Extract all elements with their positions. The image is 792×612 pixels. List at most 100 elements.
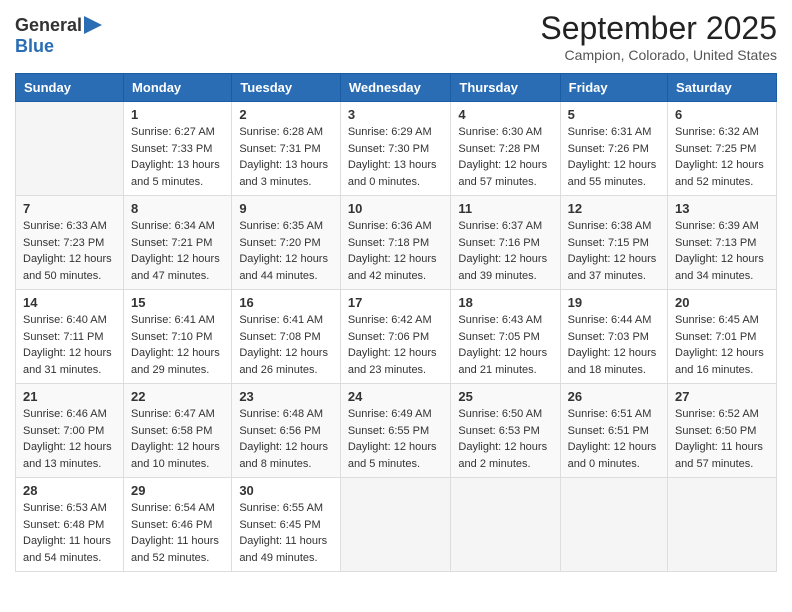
day-number: 26 (568, 389, 660, 404)
cell-text: and 26 minutes. (239, 362, 333, 379)
day-number: 17 (348, 295, 444, 310)
cell-text: and 10 minutes. (131, 456, 224, 473)
cell-text: Daylight: 12 hours (131, 439, 224, 456)
cell-text: Sunset: 7:23 PM (23, 235, 116, 252)
cell-text: Sunrise: 6:51 AM (568, 406, 660, 423)
cell-text: Sunset: 7:25 PM (675, 141, 769, 158)
cell-text: Sunrise: 6:52 AM (675, 406, 769, 423)
day-number: 2 (239, 107, 333, 122)
calendar-week-row: 28Sunrise: 6:53 AMSunset: 6:48 PMDayligh… (16, 478, 777, 572)
cell-text: Sunset: 7:31 PM (239, 141, 333, 158)
day-number: 9 (239, 201, 333, 216)
day-number: 28 (23, 483, 116, 498)
calendar-table: SundayMondayTuesdayWednesdayThursdayFrid… (15, 73, 777, 572)
day-number: 30 (239, 483, 333, 498)
cell-text: Sunset: 7:26 PM (568, 141, 660, 158)
calendar-cell: 15Sunrise: 6:41 AMSunset: 7:10 PMDayligh… (124, 290, 232, 384)
calendar-cell: 27Sunrise: 6:52 AMSunset: 6:50 PMDayligh… (668, 384, 777, 478)
cell-text: Daylight: 12 hours (675, 157, 769, 174)
cell-text: Daylight: 12 hours (23, 345, 116, 362)
cell-text: and 29 minutes. (131, 362, 224, 379)
calendar-cell: 18Sunrise: 6:43 AMSunset: 7:05 PMDayligh… (451, 290, 560, 384)
cell-text: Sunrise: 6:32 AM (675, 124, 769, 141)
cell-text: Sunset: 6:56 PM (239, 423, 333, 440)
logo-blue-text: Blue (15, 36, 54, 57)
cell-text: Sunrise: 6:42 AM (348, 312, 444, 329)
cell-text: Sunset: 7:13 PM (675, 235, 769, 252)
month-title: September 2025 (540, 10, 777, 47)
cell-text: Sunrise: 6:41 AM (239, 312, 333, 329)
cell-text: Sunset: 6:51 PM (568, 423, 660, 440)
cell-text: Daylight: 12 hours (568, 251, 660, 268)
cell-text: Sunset: 6:50 PM (675, 423, 769, 440)
calendar-cell: 20Sunrise: 6:45 AMSunset: 7:01 PMDayligh… (668, 290, 777, 384)
cell-text: Sunset: 7:33 PM (131, 141, 224, 158)
cell-text: Sunrise: 6:46 AM (23, 406, 116, 423)
calendar-cell: 12Sunrise: 6:38 AMSunset: 7:15 PMDayligh… (560, 196, 667, 290)
cell-text: Sunset: 7:01 PM (675, 329, 769, 346)
cell-text: and 37 minutes. (568, 268, 660, 285)
day-number: 25 (458, 389, 552, 404)
cell-text: and 5 minutes. (348, 456, 444, 473)
cell-text: Sunset: 7:10 PM (131, 329, 224, 346)
cell-text: Daylight: 12 hours (131, 345, 224, 362)
cell-text: Sunset: 7:30 PM (348, 141, 444, 158)
cell-text: Sunset: 6:55 PM (348, 423, 444, 440)
cell-text: Daylight: 12 hours (239, 345, 333, 362)
cell-text: and 0 minutes. (348, 174, 444, 191)
calendar-cell: 2Sunrise: 6:28 AMSunset: 7:31 PMDaylight… (232, 102, 341, 196)
calendar-cell: 4Sunrise: 6:30 AMSunset: 7:28 PMDaylight… (451, 102, 560, 196)
cell-text: Sunrise: 6:55 AM (239, 500, 333, 517)
calendar-cell: 9Sunrise: 6:35 AMSunset: 7:20 PMDaylight… (232, 196, 341, 290)
day-number: 24 (348, 389, 444, 404)
cell-text: and 49 minutes. (239, 550, 333, 567)
day-header-wednesday: Wednesday (340, 74, 451, 102)
cell-text: Sunrise: 6:45 AM (675, 312, 769, 329)
cell-text: Daylight: 12 hours (458, 157, 552, 174)
cell-text: Sunrise: 6:40 AM (23, 312, 116, 329)
calendar-cell: 5Sunrise: 6:31 AMSunset: 7:26 PMDaylight… (560, 102, 667, 196)
cell-text: Sunrise: 6:43 AM (458, 312, 552, 329)
cell-text: Sunset: 7:03 PM (568, 329, 660, 346)
cell-text: and 44 minutes. (239, 268, 333, 285)
cell-text: Sunrise: 6:34 AM (131, 218, 224, 235)
cell-text: and 57 minutes. (675, 456, 769, 473)
day-number: 11 (458, 201, 552, 216)
cell-text: Sunrise: 6:47 AM (131, 406, 224, 423)
cell-text: Daylight: 12 hours (675, 251, 769, 268)
cell-text: Sunrise: 6:38 AM (568, 218, 660, 235)
cell-text: Daylight: 12 hours (348, 251, 444, 268)
day-number: 12 (568, 201, 660, 216)
cell-text: Daylight: 12 hours (348, 345, 444, 362)
cell-text: Sunset: 7:05 PM (458, 329, 552, 346)
day-header-tuesday: Tuesday (232, 74, 341, 102)
cell-text: Daylight: 12 hours (568, 439, 660, 456)
calendar-cell: 11Sunrise: 6:37 AMSunset: 7:16 PMDayligh… (451, 196, 560, 290)
calendar-cell: 19Sunrise: 6:44 AMSunset: 7:03 PMDayligh… (560, 290, 667, 384)
day-header-saturday: Saturday (668, 74, 777, 102)
calendar-week-row: 1Sunrise: 6:27 AMSunset: 7:33 PMDaylight… (16, 102, 777, 196)
cell-text: and 52 minutes. (131, 550, 224, 567)
day-number: 15 (131, 295, 224, 310)
cell-text: and 16 minutes. (675, 362, 769, 379)
cell-text: Daylight: 11 hours (131, 533, 224, 550)
cell-text: Sunset: 7:08 PM (239, 329, 333, 346)
cell-text: Daylight: 11 hours (239, 533, 333, 550)
calendar-cell: 1Sunrise: 6:27 AMSunset: 7:33 PMDaylight… (124, 102, 232, 196)
calendar-cell: 23Sunrise: 6:48 AMSunset: 6:56 PMDayligh… (232, 384, 341, 478)
day-header-monday: Monday (124, 74, 232, 102)
cell-text: and 55 minutes. (568, 174, 660, 191)
calendar-cell: 21Sunrise: 6:46 AMSunset: 7:00 PMDayligh… (16, 384, 124, 478)
calendar-cell: 10Sunrise: 6:36 AMSunset: 7:18 PMDayligh… (340, 196, 451, 290)
cell-text: Sunset: 6:45 PM (239, 517, 333, 534)
cell-text: Daylight: 13 hours (131, 157, 224, 174)
day-number: 27 (675, 389, 769, 404)
calendar-week-row: 21Sunrise: 6:46 AMSunset: 7:00 PMDayligh… (16, 384, 777, 478)
calendar-cell: 17Sunrise: 6:42 AMSunset: 7:06 PMDayligh… (340, 290, 451, 384)
cell-text: Sunset: 7:11 PM (23, 329, 116, 346)
calendar-cell: 16Sunrise: 6:41 AMSunset: 7:08 PMDayligh… (232, 290, 341, 384)
day-number: 1 (131, 107, 224, 122)
day-header-sunday: Sunday (16, 74, 124, 102)
day-number: 10 (348, 201, 444, 216)
cell-text: and 39 minutes. (458, 268, 552, 285)
